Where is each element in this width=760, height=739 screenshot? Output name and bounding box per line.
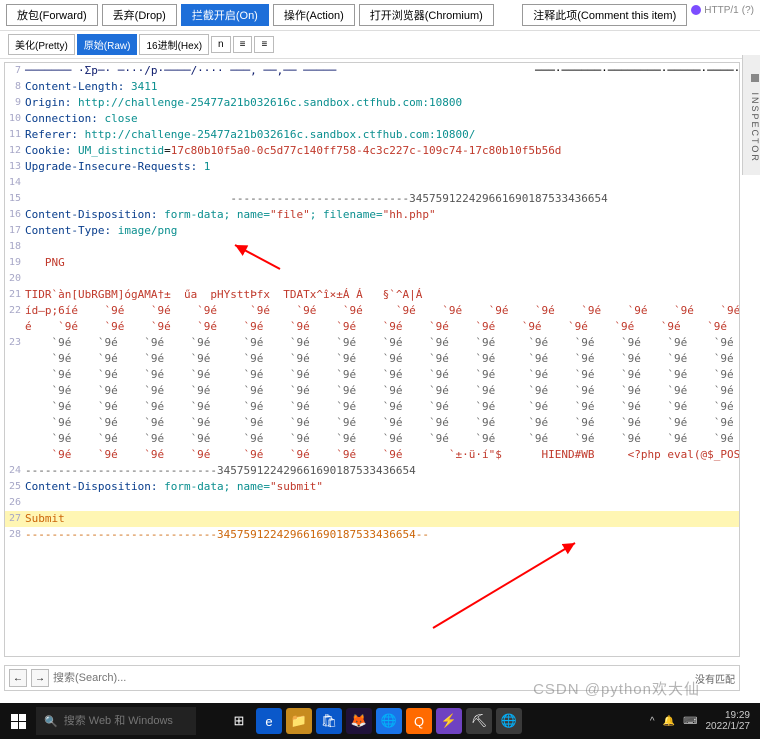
firefox-icon[interactable]: 🦊 xyxy=(346,708,372,734)
drop-button[interactable]: 丢弃(Drop) xyxy=(102,4,177,26)
start-button[interactable] xyxy=(0,703,36,739)
protocol-dot-icon xyxy=(691,5,701,15)
pretty-tab[interactable]: 美化(Pretty) xyxy=(8,34,75,55)
search-icon: 🔍 xyxy=(44,715,58,728)
view-toggle-button[interactable]: ≡ xyxy=(254,36,274,53)
qq-icon[interactable]: Q xyxy=(406,708,432,734)
action-button[interactable]: 操作(Action) xyxy=(273,4,355,26)
open-browser-button[interactable]: 打开浏览器(Chromium) xyxy=(359,4,494,26)
app-globe-icon[interactable]: 🌐 xyxy=(496,708,522,734)
search-match-status: 没有匹配 xyxy=(695,671,735,686)
store-icon[interactable]: 🛍 xyxy=(316,708,342,734)
wrap-toggle-button[interactable]: ≡ xyxy=(233,36,253,53)
intercept-on-button[interactable]: 拦截开启(On) xyxy=(181,4,269,26)
windows-logo-icon xyxy=(11,714,26,729)
annotation-arrow-payload xyxy=(425,538,585,633)
raw-tab[interactable]: 原始(Raw) xyxy=(77,34,138,55)
inspector-label: INSPECTOR xyxy=(750,92,760,162)
windows-taskbar: 🔍 ⊞ e 📁 🛍 🦊 🌐 Q ⚡ ⛏ 🌐 ^ 🔔 ⌨ 19:29 2022/1… xyxy=(0,703,760,739)
newline-toggle-button[interactable]: n xyxy=(211,36,231,53)
hex-tab[interactable]: 16进制(Hex) xyxy=(139,34,209,55)
tray-notify-icon[interactable]: 🔔 xyxy=(663,716,675,727)
app-tool-icon[interactable]: ⛏ xyxy=(466,708,492,734)
taskbar-pinned-apps: ⊞ e 📁 🛍 🦊 🌐 Q ⚡ ⛏ 🌐 xyxy=(226,708,522,734)
view-mode-bar: 美化(Pretty) 原始(Raw) 16进制(Hex) n ≡ ≡ xyxy=(0,31,760,59)
protocol-badge: HTTP/1 (?) xyxy=(691,4,754,26)
file-explorer-icon[interactable]: 📁 xyxy=(286,708,312,734)
tray-up-icon[interactable]: ^ xyxy=(650,716,655,727)
search-prev-button[interactable]: ← xyxy=(9,669,27,687)
system-tray[interactable]: ^ 🔔 ⌨ 19:29 2022/1/27 xyxy=(650,710,760,732)
forward-button[interactable]: 放包(Forward) xyxy=(6,4,98,26)
protocol-label: HTTP/1 xyxy=(704,5,738,16)
raw-request-view[interactable]: 7─────── ·Σp─· ─···/p·────/···· ───, ──,… xyxy=(4,62,740,657)
top-toolbar-right: 注释此项(Comment this item) HTTP/1 (?) xyxy=(522,4,754,26)
search-next-button[interactable]: → xyxy=(31,669,49,687)
comment-item-button[interactable]: 注释此项(Comment this item) xyxy=(522,4,687,26)
tray-keyboard-icon[interactable]: ⌨ xyxy=(683,716,697,727)
chrome-icon[interactable]: 🌐 xyxy=(376,708,402,734)
top-toolbar: 放包(Forward) 丢弃(Drop) 拦截开启(On) 操作(Action)… xyxy=(0,0,760,31)
task-view-icon[interactable]: ⊞ xyxy=(226,708,252,734)
app-purple-icon[interactable]: ⚡ xyxy=(436,708,462,734)
protocol-help-icon[interactable]: (?) xyxy=(742,5,754,16)
taskbar-search-input[interactable] xyxy=(64,715,188,727)
submit-value: Submit xyxy=(25,511,65,527)
clock-time: 19:29 xyxy=(706,710,751,721)
csdn-watermark: CSDN @python欢大仙 xyxy=(533,678,700,699)
edge-icon[interactable]: e xyxy=(256,708,282,734)
inspector-side-tab[interactable]: INSPECTOR xyxy=(742,55,760,175)
clock-date: 2022/1/27 xyxy=(706,721,751,732)
inspector-square-icon xyxy=(751,74,759,82)
top-toolbar-left: 放包(Forward) 丢弃(Drop) 拦截开启(On) 操作(Action)… xyxy=(6,4,494,26)
taskbar-search[interactable]: 🔍 xyxy=(36,707,196,735)
